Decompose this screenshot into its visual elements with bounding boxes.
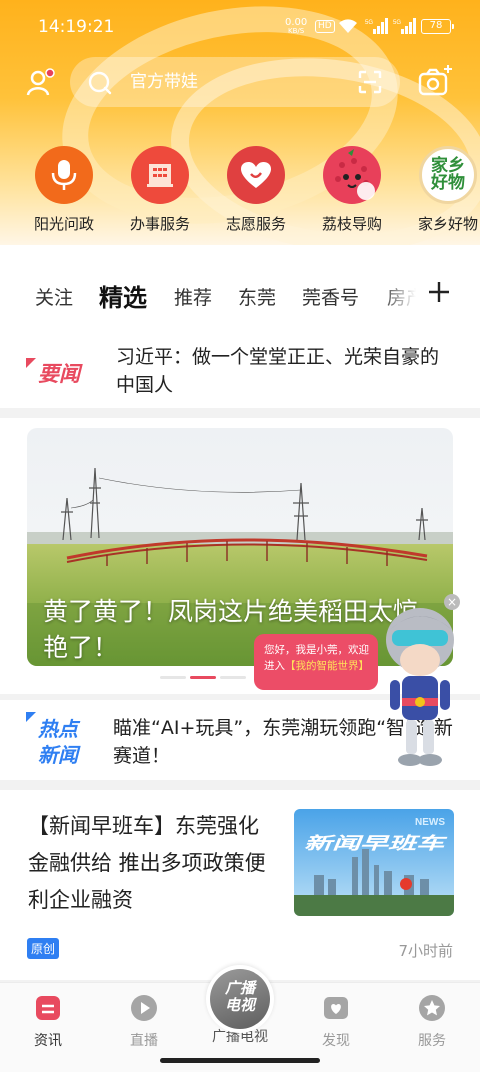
news-icon bbox=[36, 996, 60, 1020]
thumb-title: 新闻早班车 bbox=[304, 834, 449, 854]
assistant-greeting-line2: 进入【我的智能世界】 bbox=[264, 658, 378, 674]
channel-fade bbox=[380, 275, 425, 315]
carousel-dot bbox=[160, 676, 186, 679]
signal-label: 5G bbox=[365, 20, 373, 26]
tab-dongguan[interactable]: 东莞 bbox=[238, 283, 276, 310]
scan-icon[interactable] bbox=[358, 70, 382, 94]
battery-icon: 78 bbox=[421, 19, 454, 34]
channel-tabs: 关注 精选 推荐 东莞 莞香号 房产 bbox=[0, 245, 480, 330]
broadcast-tv-icon: 广播 电视 bbox=[210, 969, 270, 1029]
headline-badge-text: 要闻 bbox=[38, 362, 83, 386]
heart-icon bbox=[227, 146, 285, 204]
hot-news-badge-line2: 新闻 bbox=[38, 743, 81, 767]
quick-entry-hometown[interactable]: 家乡好物 家乡好物 bbox=[402, 146, 480, 234]
thumb-news-label: NEWS bbox=[415, 817, 445, 828]
tab-recommend[interactable]: 推荐 bbox=[174, 283, 212, 310]
home-indicator[interactable] bbox=[160, 1058, 320, 1063]
net-speed-unit: KB/S bbox=[288, 27, 305, 35]
search-icon bbox=[88, 71, 112, 95]
hot-news-badge-line1: 热点 bbox=[37, 717, 81, 741]
carousel-dot bbox=[220, 676, 246, 679]
headline-text: 习近平：做一个堂堂正正、光荣自豪的中国人 bbox=[116, 346, 440, 396]
building-icon bbox=[131, 146, 189, 204]
quick-entry-label: 家乡好物 bbox=[417, 215, 478, 233]
nav-discover[interactable]: 发现 bbox=[296, 993, 376, 1050]
quick-entry-sunshine[interactable]: 阳光问政 bbox=[18, 146, 110, 234]
nav-services[interactable]: 服务 bbox=[392, 993, 472, 1050]
quick-entry-label: 志愿服务 bbox=[225, 215, 286, 233]
headline-card[interactable]: 要闻 习近平：做一个堂堂正正、光荣自豪的中国人 bbox=[0, 330, 480, 408]
play-icon bbox=[131, 995, 157, 1021]
tab-follow[interactable]: 关注 bbox=[35, 283, 73, 310]
search-input[interactable]: 官方带娃 bbox=[70, 57, 400, 107]
microphone-icon bbox=[35, 146, 93, 204]
signal-label: 5G bbox=[393, 20, 401, 26]
add-channel-icon[interactable] bbox=[428, 281, 450, 303]
news-item[interactable]: 【新闻早班车】东莞强化金融供给 推出多项政策便利企业融资 新闻早班车 NEWS … bbox=[0, 790, 480, 980]
header: 14:19:21 0.00 KB/S HD 5G 5G 78 官方带娃 阳光问政… bbox=[0, 0, 480, 245]
signal-icon: 5G bbox=[365, 18, 388, 34]
assistant-avatar[interactable] bbox=[380, 600, 460, 772]
assistant-greeting: 您好，我是小莞，欢迎 bbox=[264, 644, 369, 656]
tab-featured[interactable]: 精选 bbox=[99, 278, 147, 313]
nav-label: 服务 bbox=[418, 1033, 446, 1049]
camera-icon[interactable] bbox=[418, 64, 454, 98]
nav-label: 直播 bbox=[130, 1033, 158, 1049]
status-bar: 14:19:21 0.00 KB/S HD 5G 5G 78 bbox=[0, 0, 480, 56]
net-speed-value: 0.00 bbox=[285, 17, 308, 28]
tv-button-line2: 电视 bbox=[224, 996, 255, 1014]
carousel-dot-active bbox=[190, 676, 216, 679]
news-time: 7小时前 bbox=[398, 942, 453, 960]
hometown-goods-icon: 家乡好物 bbox=[419, 146, 477, 204]
star-icon bbox=[419, 995, 445, 1021]
nav-news[interactable]: 资讯 bbox=[8, 993, 88, 1050]
broadcast-tv-button[interactable]: 广播 电视 bbox=[206, 965, 274, 1033]
search-placeholder: 官方带娃 bbox=[130, 72, 198, 92]
headline-badge: 要闻 bbox=[26, 358, 96, 392]
assistant-link: 【我的智能世界】 bbox=[285, 660, 369, 672]
nav-live[interactable]: 直播 bbox=[104, 993, 184, 1050]
news-thumbnail: 新闻早班车 NEWS bbox=[294, 809, 454, 916]
discover-icon bbox=[324, 997, 348, 1019]
quick-entry-lychee[interactable]: 荔枝导购 bbox=[306, 146, 398, 234]
tv-button-line1: 广播 bbox=[224, 979, 255, 997]
assistant-bubble[interactable]: 您好，我是小莞，欢迎 进入【我的智能世界】 bbox=[254, 634, 378, 690]
quick-entry-label: 荔枝导购 bbox=[321, 215, 382, 233]
quick-entry-label: 办事服务 bbox=[129, 215, 190, 233]
carousel-indicator bbox=[160, 676, 246, 679]
wifi-icon bbox=[339, 19, 357, 33]
news-title: 【新闻早班车】东莞强化金融供给 推出多项政策便利企业融资 bbox=[28, 814, 266, 912]
lychee-icon bbox=[323, 146, 381, 204]
hd-icon: HD bbox=[315, 20, 335, 33]
quick-entry-volunteer[interactable]: 志愿服务 bbox=[210, 146, 302, 234]
profile-icon[interactable] bbox=[25, 66, 57, 98]
hometown-goods-logo-text: 家乡好物 bbox=[431, 156, 465, 193]
nav-label: 资讯 bbox=[34, 1033, 62, 1049]
hot-news-badge: 热点 新闻 bbox=[26, 712, 98, 774]
quick-entry-label: 阳光问政 bbox=[33, 215, 94, 233]
signal-icon: 5G bbox=[393, 18, 416, 34]
nav-label: 发现 bbox=[322, 1033, 350, 1049]
assistant-close-button[interactable]: × bbox=[444, 594, 460, 610]
status-time: 14:19:21 bbox=[38, 17, 115, 37]
quick-entry-services[interactable]: 办事服务 bbox=[114, 146, 206, 234]
assistant-greeting-prefix: 进入 bbox=[264, 660, 285, 672]
net-speed: 0.00 KB/S bbox=[285, 18, 307, 36]
original-badge: 原创 bbox=[27, 938, 60, 959]
tab-guanxiang[interactable]: 莞香号 bbox=[302, 283, 359, 310]
